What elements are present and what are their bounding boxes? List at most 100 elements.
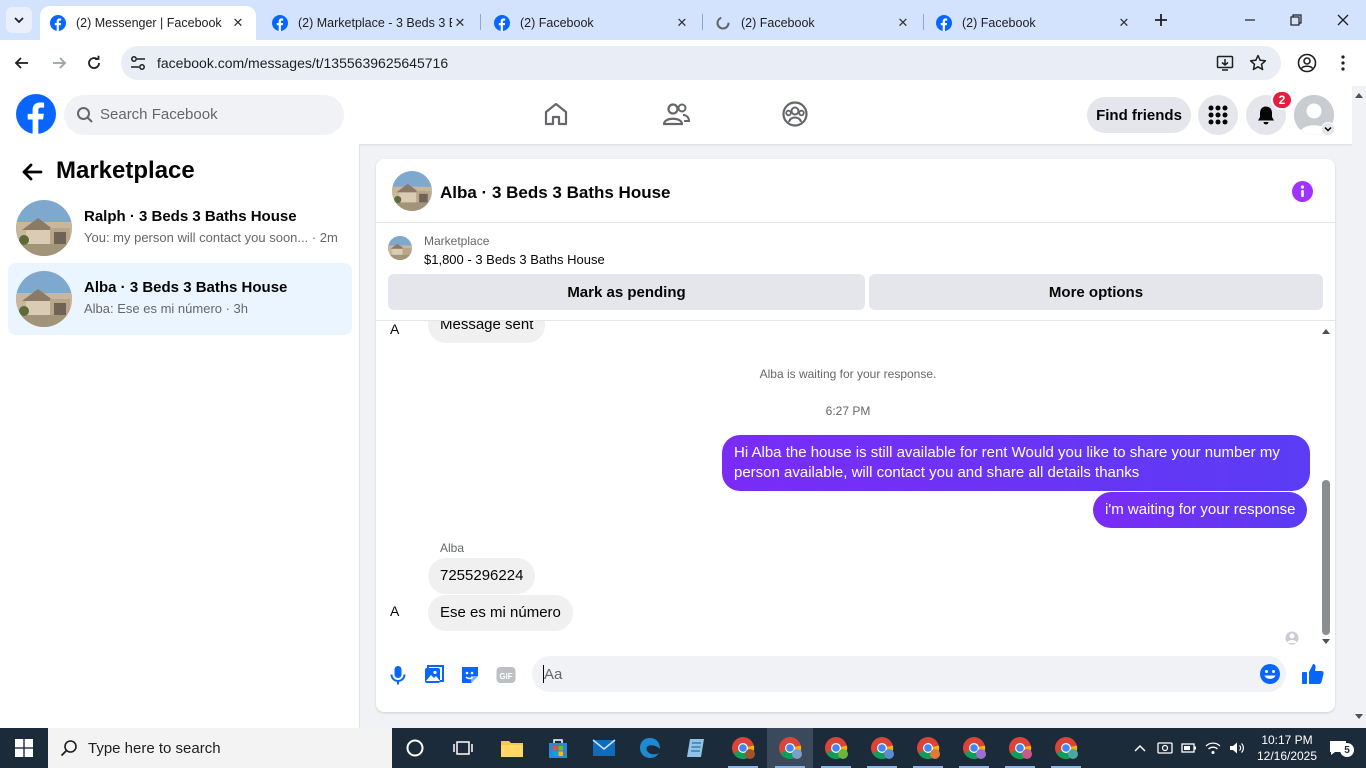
notepad-app[interactable] (673, 728, 719, 768)
close-tab-icon[interactable]: ✕ (230, 15, 246, 31)
page-scrollbar[interactable] (1352, 86, 1366, 728)
friends-icon[interactable] (662, 100, 690, 128)
house-photo-icon (392, 171, 432, 211)
tab-separator (702, 14, 703, 30)
close-tab-icon[interactable]: ✕ (895, 15, 911, 31)
chrome-window-3[interactable] (813, 728, 859, 768)
chrome-window-2[interactable] (767, 728, 813, 768)
svg-text:GIF: GIF (499, 672, 512, 681)
groups-icon[interactable] (781, 100, 809, 128)
restore-button[interactable] (1273, 0, 1319, 40)
tab-facebook-3[interactable]: (2) Facebook ✕ (926, 6, 1142, 40)
show-hidden-icons[interactable] (1130, 728, 1150, 768)
profile-button[interactable] (1295, 51, 1319, 75)
chat-listing-avatar[interactable] (392, 171, 432, 211)
windows-logo-icon (15, 739, 33, 757)
edge-browser-app[interactable] (627, 728, 673, 768)
message-bubble-incoming[interactable]: Ese es mi número (428, 595, 573, 631)
conversation-item-ralph[interactable]: Ralph · 3 Beds 3 Baths House You: my per… (8, 192, 352, 264)
tray-network[interactable] (1202, 728, 1224, 768)
message-bubble-incoming[interactable]: 7255296224 (428, 558, 536, 594)
reload-button[interactable] (82, 51, 106, 75)
listing-thumbnail (16, 271, 72, 327)
message-bubble-incoming[interactable]: Message sent (428, 321, 546, 343)
tray-meet-now[interactable] (1154, 728, 1176, 768)
chrome-window-7[interactable] (997, 728, 1043, 768)
message-bubble-outgoing[interactable]: i'm waiting for your response (1093, 492, 1308, 528)
home-icon[interactable] (542, 100, 570, 128)
find-friends-button[interactable]: Find friends (1087, 97, 1191, 133)
message-scrollbar[interactable] (1319, 324, 1333, 649)
more-options-button[interactable]: More options (869, 274, 1323, 310)
chrome-window-6[interactable] (951, 728, 997, 768)
chrome-window-5[interactable] (905, 728, 951, 768)
tray-volume[interactable] (1226, 728, 1248, 768)
battery-icon (1181, 743, 1196, 753)
taskbar-search-box[interactable]: Type here to search (48, 728, 392, 768)
close-tab-icon[interactable]: ✕ (452, 15, 468, 31)
windows-taskbar: Type here to search 10:17 PM 12/16/2025 … (0, 728, 1366, 768)
task-view-button[interactable] (440, 728, 486, 768)
mark-as-pending-button[interactable]: Mark as pending (388, 274, 865, 310)
waiting-notice: Alba is waiting for your response. (759, 367, 937, 381)
address-bar[interactable]: facebook.com/messages/t/1355639625645716 (121, 46, 1281, 80)
menu-button[interactable] (1198, 95, 1238, 135)
close-tab-icon[interactable]: ✕ (1116, 15, 1132, 31)
sidebar-title: Marketplace (56, 157, 195, 184)
start-button[interactable] (0, 728, 48, 768)
facebook-favicon-icon (936, 15, 952, 31)
marketplace-sidebar: Marketplace Ralph · 3 Beds 3 Baths House… (0, 144, 360, 728)
gif-icon[interactable]: GIF (495, 664, 517, 686)
photo-attach-icon[interactable] (423, 664, 445, 686)
url-text: facebook.com/messages/t/1355639625645716 (157, 55, 449, 71)
message-input[interactable]: Aa (532, 656, 1286, 692)
back-button[interactable] (10, 51, 34, 75)
thumbs-up-icon[interactable] (1301, 662, 1325, 686)
cortana-button[interactable] (392, 728, 438, 768)
tab-facebook-1[interactable]: (2) Facebook ✕ (484, 6, 700, 40)
message-bubble-outgoing[interactable]: Hi Alba the house is still available for… (722, 435, 1310, 491)
conversation-name: Alba · 3 Beds 3 Baths House (84, 279, 288, 296)
message-list[interactable]: A Message sent Alba is waiting for your … (376, 321, 1335, 651)
site-settings-icon[interactable] (129, 54, 147, 72)
emoji-icon[interactable] (1259, 663, 1281, 685)
facebook-search-input[interactable]: Search Facebook (64, 95, 344, 135)
conversation-info-icon[interactable] (1292, 181, 1313, 202)
back-arrow-icon[interactable] (20, 160, 44, 184)
mail-app[interactable] (581, 728, 627, 768)
close-tab-icon[interactable]: ✕ (674, 15, 690, 31)
tab-marketplace[interactable]: (2) Marketplace - 3 Beds 3 B ✕ (262, 6, 478, 40)
message-input-placeholder: Aa (544, 666, 563, 683)
chrome-window-8[interactable] (1043, 728, 1089, 768)
file-explorer-app[interactable] (489, 728, 535, 768)
account-caret[interactable] (1321, 122, 1335, 136)
arrow-right-icon (53, 57, 67, 69)
close-window-button[interactable] (1320, 0, 1366, 40)
facebook-logo-icon[interactable] (16, 94, 56, 134)
microphone-icon[interactable] (387, 664, 409, 686)
microsoft-store-app[interactable] (535, 728, 581, 768)
message-timestamp: 6:27 PM (825, 404, 871, 418)
tray-battery[interactable] (1178, 728, 1200, 768)
bookmark-star-icon[interactable] (1249, 54, 1267, 72)
forward-button[interactable] (47, 51, 71, 75)
taskbar-clock[interactable]: 10:17 PM 12/16/2025 (1256, 732, 1318, 764)
install-app-icon[interactable] (1216, 54, 1234, 72)
chat-title[interactable]: Alba · 3 Beds 3 Baths House (440, 183, 671, 203)
tab-messenger[interactable]: (2) Messenger | Facebook ✕ (40, 6, 256, 40)
tab-facebook-2[interactable]: (2) Facebook ✕ (705, 6, 921, 40)
tab-search-button[interactable] (6, 7, 32, 33)
browser-menu-button[interactable] (1331, 51, 1355, 75)
cortana-circle-icon (406, 739, 424, 757)
new-tab-button[interactable] (1150, 9, 1172, 31)
chrome-window-4[interactable] (859, 728, 905, 768)
minimize-button[interactable] (1227, 0, 1273, 40)
listing-price-title[interactable]: $1,800 - 3 Beds 3 Baths House (424, 252, 605, 267)
tab-title: (2) Facebook (741, 16, 815, 30)
listing-mini-thumbnail[interactable] (388, 236, 412, 260)
action-center-button[interactable]: 5 (1320, 728, 1356, 768)
sticker-icon[interactable] (459, 664, 481, 686)
chrome-window-1[interactable] (720, 728, 766, 768)
listing-category: Marketplace (424, 234, 490, 248)
conversation-item-alba[interactable]: Alba · 3 Beds 3 Baths House Alba: Ese es… (8, 263, 352, 335)
